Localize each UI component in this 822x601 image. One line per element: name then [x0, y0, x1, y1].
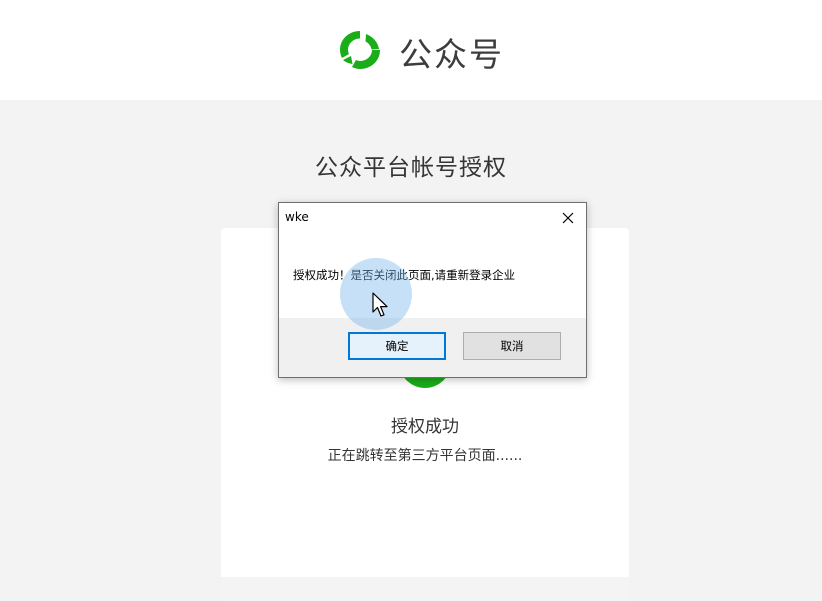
success-title: 授权成功	[391, 417, 459, 437]
close-icon	[562, 212, 574, 224]
dialog-body: 授权成功！是否关闭此页面,请重新登录企业	[279, 233, 586, 317]
dialog-titlebar[interactable]: wke	[279, 203, 586, 233]
cancel-button[interactable]: 取消	[463, 332, 561, 360]
brand[interactable]: 公众号	[335, 28, 504, 76]
brand-name: 公众号	[399, 35, 504, 74]
message-dialog: wke 授权成功！是否关闭此页面,请重新登录企业 确定 取消	[278, 202, 587, 378]
page-title: 公众平台帐号授权	[315, 155, 507, 181]
top-header: 公众号	[0, 0, 822, 100]
dialog-title: wke	[285, 210, 309, 224]
ok-button[interactable]: 确定	[348, 332, 446, 360]
dialog-close-button[interactable]	[554, 205, 582, 231]
wechat-official-account-logo-icon	[340, 31, 380, 69]
card-footer	[221, 577, 629, 601]
mouse-pointer-icon	[372, 292, 388, 317]
redirect-message: 正在跳转至第三方平台页面......	[327, 448, 523, 464]
dialog-footer: 确定 取消	[279, 318, 586, 377]
